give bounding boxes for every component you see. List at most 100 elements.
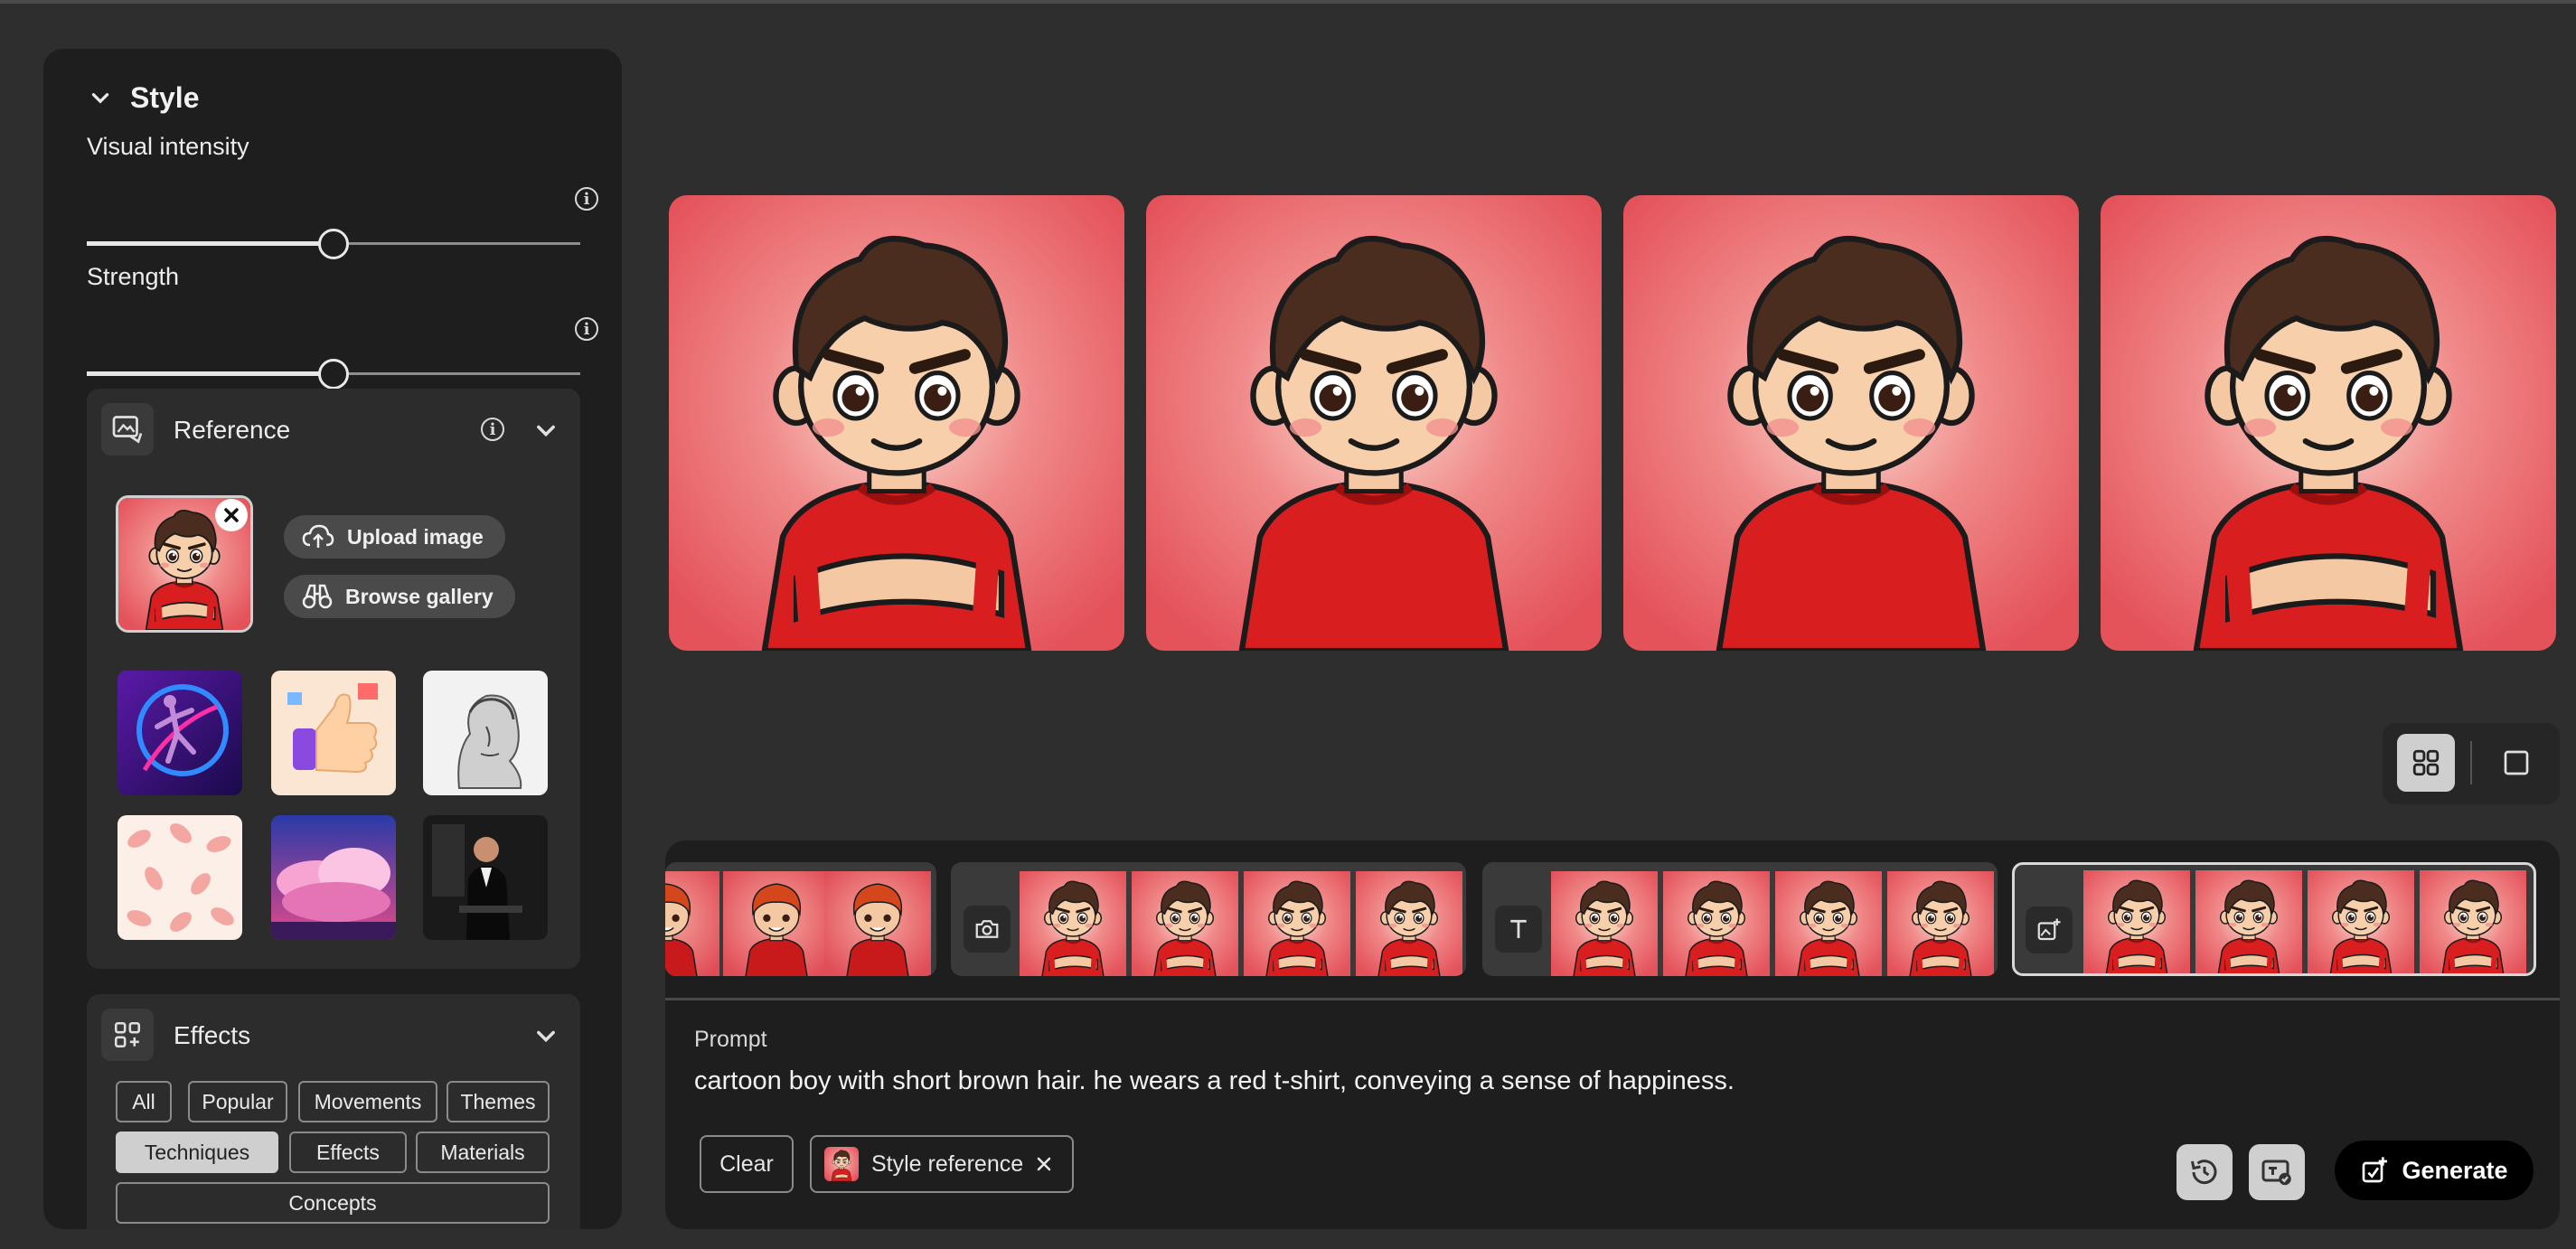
effects-chip-effects[interactable]: Effects	[289, 1132, 407, 1173]
history-thumb	[1020, 871, 1126, 976]
history-thumb	[1551, 871, 1658, 976]
grid-view-icon	[2412, 749, 2440, 776]
generated-image-1[interactable]	[669, 195, 1124, 651]
style-reference-tag[interactable]: Style reference	[810, 1135, 1074, 1193]
slider-fill	[87, 241, 334, 246]
single-view-button[interactable]	[2487, 734, 2545, 792]
remove-reference-button[interactable]	[215, 499, 248, 531]
history-thumb	[1132, 871, 1238, 976]
chevron-down-icon	[91, 92, 109, 104]
photo-mode-badge	[964, 906, 1011, 953]
content-credentials-button[interactable]	[2249, 1144, 2305, 1200]
slider-thumb[interactable]	[318, 229, 349, 259]
slider-thumb[interactable]	[318, 359, 349, 390]
window-top-border	[0, 0, 2576, 4]
binoculars-icon	[302, 584, 333, 609]
text-icon	[1510, 919, 1527, 938]
generate-button[interactable]: Generate	[2335, 1141, 2534, 1200]
strength-info-icon[interactable]: i	[575, 317, 598, 341]
reference-header[interactable]: Reference i	[101, 403, 566, 457]
gallery-thumbnail-businessman[interactable]	[423, 815, 548, 940]
generated-image-4[interactable]	[2101, 195, 2556, 651]
style-mode-badge	[2026, 906, 2073, 953]
gallery-thumbnail-hands-pattern[interactable]	[118, 815, 242, 940]
reference-card: Reference i Upload image Browse gallery	[87, 389, 580, 969]
effects-chip-popular[interactable]: Popular	[188, 1081, 287, 1122]
strength-label: Strength	[87, 263, 180, 290]
upload-image-label: Upload image	[347, 524, 484, 549]
effects-chip-movements[interactable]: Movements	[298, 1081, 437, 1122]
content-credentials-icon	[2261, 1160, 2291, 1186]
generated-image-3-content	[1623, 195, 2079, 651]
effects-chip-techniques[interactable]: Techniques	[116, 1132, 278, 1173]
history-button[interactable]	[2176, 1144, 2233, 1200]
history-thumb	[1663, 871, 1770, 976]
effects-chip-concepts[interactable]: Concepts	[116, 1182, 550, 1224]
prompt-divider	[665, 998, 2560, 1000]
history-strip-2[interactable]	[951, 862, 1466, 976]
history-strip-4-selected[interactable]	[2012, 862, 2536, 976]
gallery-thumbnail-pink-clouds[interactable]	[271, 815, 396, 940]
chevron-down-icon[interactable]	[533, 1023, 559, 1048]
history-thumb	[2083, 870, 2190, 976]
visual-intensity-info-icon[interactable]: i	[575, 187, 598, 211]
history-thumb	[2420, 870, 2526, 976]
cloud-upload-icon	[302, 524, 334, 548]
history-strip-1[interactable]	[665, 862, 936, 976]
gallery-thumbnail-thumbs-up[interactable]	[271, 671, 396, 795]
generated-image-3[interactable]	[1623, 195, 2079, 651]
history-thumb	[1244, 871, 1350, 976]
prompt-label: Prompt	[694, 1027, 767, 1052]
effects-grid-icon	[101, 1009, 154, 1061]
image-sparkle-icon	[2037, 918, 2061, 941]
chevron-down-icon[interactable]	[533, 418, 559, 443]
effects-chip-themes[interactable]: Themes	[447, 1081, 550, 1122]
thumbs-up-image	[271, 671, 396, 795]
view-toggle	[2383, 723, 2560, 804]
reference-image-icon	[101, 403, 154, 455]
gallery-thumbnail-sketch-portrait[interactable]	[423, 671, 548, 795]
clear-button[interactable]: Clear	[700, 1135, 794, 1193]
prompt-area: Prompt cartoon boy with short brown hair…	[665, 840, 2560, 1229]
generated-image-1-content	[669, 195, 1124, 651]
browse-gallery-label: Browse gallery	[345, 584, 494, 608]
history-icon	[2191, 1160, 2217, 1185]
single-view-icon	[2504, 750, 2529, 775]
style-section-header[interactable]: Style	[89, 81, 199, 115]
style-reference-thumbnail	[824, 1147, 859, 1181]
effects-chip-all[interactable]: All	[116, 1081, 172, 1122]
history-thumb	[1775, 871, 1882, 976]
generated-image-4-content	[2101, 195, 2556, 651]
history-thumb	[2308, 870, 2414, 976]
effects-header[interactable]: Effects	[101, 1009, 566, 1063]
sketch-portrait-image	[423, 671, 548, 795]
hands-pattern-image	[118, 815, 242, 940]
toggle-divider	[2470, 741, 2472, 784]
style-panel: Style Visual intensity i Strength i Refe…	[43, 49, 622, 1229]
history-thumb	[1887, 871, 1994, 976]
reference-info-icon[interactable]: i	[481, 418, 504, 441]
style-reference-label: Style reference	[871, 1150, 1024, 1177]
history-thumb	[824, 871, 931, 976]
history-strip-3[interactable]	[1482, 862, 1998, 976]
visual-intensity-slider[interactable]	[87, 226, 580, 262]
reference-title: Reference	[174, 416, 291, 444]
close-icon[interactable]	[1036, 1156, 1052, 1172]
text-mode-badge	[1495, 906, 1542, 953]
generate-icon	[2363, 1157, 2388, 1183]
prompt-input[interactable]: cartoon boy with short brown hair. he we…	[694, 1066, 1735, 1096]
history-thumb	[723, 871, 830, 976]
strength-slider[interactable]	[87, 356, 580, 392]
gallery-thumbnail-neon-dancer[interactable]	[118, 671, 242, 795]
generated-image-2[interactable]	[1146, 195, 1602, 651]
history-thumb	[665, 871, 719, 976]
browse-gallery-button[interactable]: Browse gallery	[284, 575, 515, 618]
effects-chip-materials[interactable]: Materials	[416, 1132, 550, 1173]
close-icon	[224, 508, 239, 522]
effects-card: Effects All Popular Movements Themes Tec…	[87, 994, 580, 1229]
visual-intensity-label: Visual intensity	[87, 133, 249, 160]
generated-image-2-content	[1146, 195, 1602, 651]
upload-image-button[interactable]: Upload image	[284, 515, 505, 559]
grid-view-button[interactable]	[2397, 734, 2455, 792]
history-thumb	[2195, 870, 2302, 976]
